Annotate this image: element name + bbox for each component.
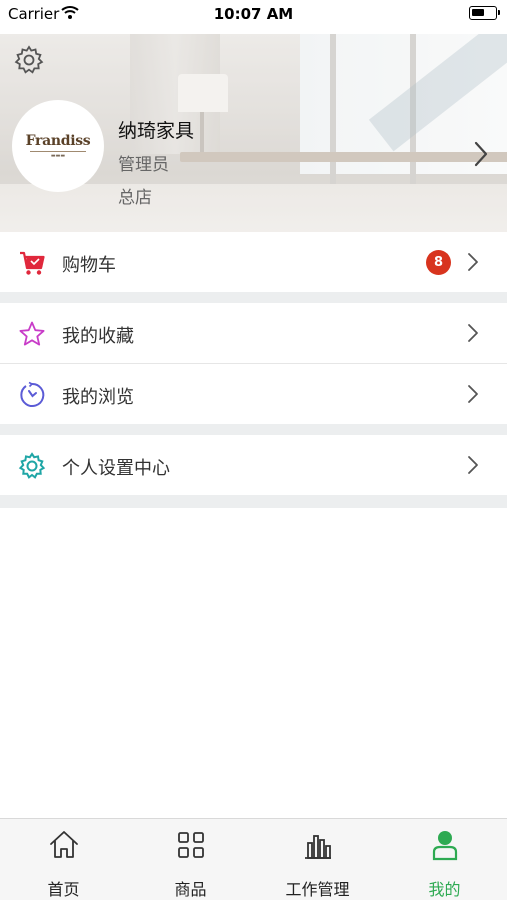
avatar[interactable]: Frandiss ▬▬▬ — [12, 100, 104, 192]
collection-group: 我的收藏 我的浏览 — [0, 303, 507, 424]
home-icon — [50, 831, 78, 858]
user-store: 总店 — [118, 188, 152, 208]
status-bar: Carrier 10:07 AM — [0, 0, 507, 34]
section-separator — [0, 424, 507, 435]
chevron-right-icon — [468, 456, 478, 474]
tab-label-products: 商品 — [174, 880, 207, 899]
status-time: 10:07 AM — [213, 5, 294, 23]
menu-label-settings: 个人设置中心 — [62, 458, 170, 479]
tab-mine[interactable]: 我的 — [381, 819, 507, 900]
tab-label-mine: 我的 — [428, 880, 461, 899]
chevron-right-icon — [468, 324, 478, 342]
section-separator — [0, 495, 507, 508]
cart-count-badge: 8 — [426, 250, 451, 275]
user-role: 管理员 — [118, 155, 169, 175]
menu-row-cart[interactable]: 购物车 8 — [0, 232, 507, 292]
menu-label-cart: 购物车 — [62, 255, 116, 276]
chevron-right-icon[interactable] — [470, 140, 492, 168]
settings-group: 个人设置中心 — [0, 435, 507, 495]
tab-bar: 首页 商品 工作管理 我的 — [0, 818, 507, 900]
star-icon — [19, 321, 45, 346]
shopping-cart-icon — [20, 251, 45, 275]
tab-products[interactable]: 商品 — [127, 819, 254, 900]
clock-icon — [20, 381, 45, 407]
menu-label-history: 我的浏览 — [62, 387, 134, 408]
grid-icon — [178, 832, 204, 858]
tab-work-management[interactable]: 工作管理 — [254, 819, 381, 900]
user-name: 纳琦家具 — [118, 120, 195, 142]
user-icon — [432, 831, 458, 861]
battery-icon — [469, 6, 500, 20]
tab-label-work-management: 工作管理 — [285, 880, 350, 899]
menu-row-settings[interactable]: 个人设置中心 — [0, 435, 507, 495]
avatar-logo-divider — [30, 151, 86, 152]
settings-gear-icon — [18, 452, 46, 479]
gear-icon[interactable] — [13, 44, 45, 76]
avatar-logo-mark: ▬▬▬ — [50, 153, 66, 159]
tab-label-home: 首页 — [47, 880, 80, 899]
chevron-right-icon — [468, 385, 478, 403]
menu-row-history[interactable]: 我的浏览 — [0, 364, 507, 424]
menu-row-favorites[interactable]: 我的收藏 — [0, 303, 507, 363]
cart-group: 购物车 8 — [0, 232, 507, 292]
chevron-right-icon — [468, 253, 478, 271]
battery-level — [472, 9, 484, 16]
tab-home[interactable]: 首页 — [0, 819, 127, 900]
avatar-logo: Frandiss — [25, 133, 91, 149]
section-separator — [0, 292, 507, 303]
menu-label-favorites: 我的收藏 — [62, 326, 134, 347]
bar-chart-icon — [305, 835, 331, 859]
